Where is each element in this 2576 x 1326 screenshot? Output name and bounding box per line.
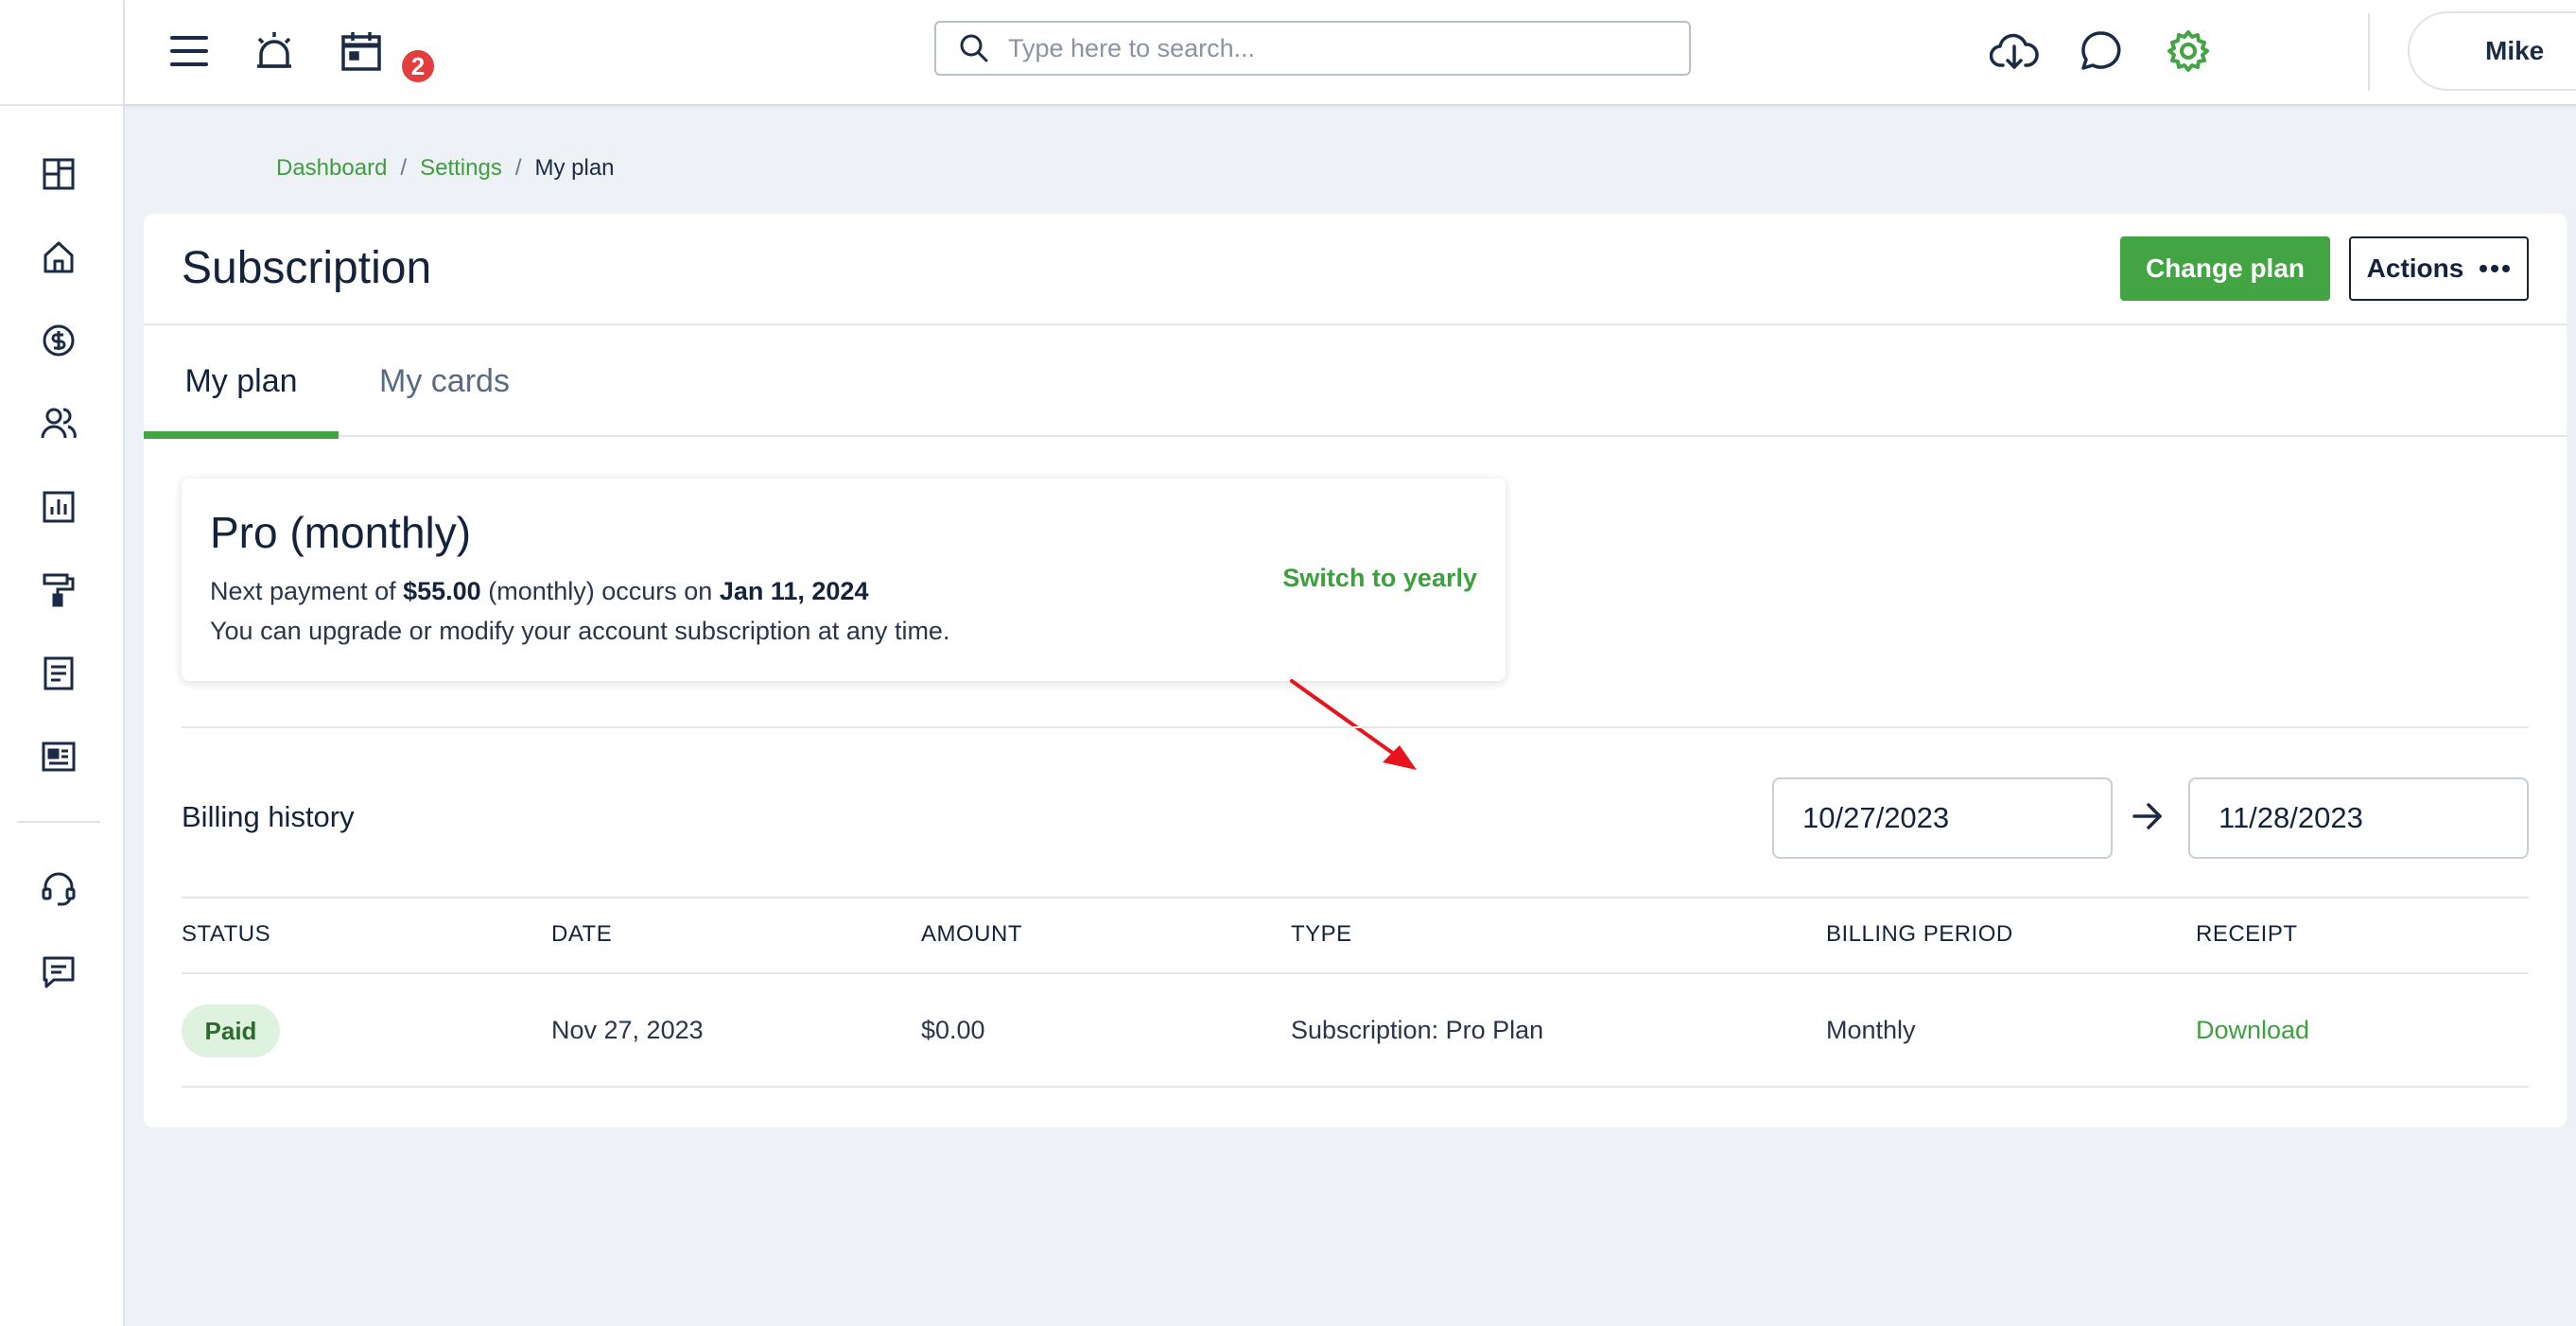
message-icon[interactable]: [36, 950, 81, 995]
alarm-icon[interactable]: [248, 25, 301, 78]
home-icon[interactable]: [36, 235, 81, 280]
download-receipt-link[interactable]: Download: [2196, 1016, 2309, 1045]
actions-label: Actions: [2366, 253, 2464, 283]
plan-description: You can upgrade or modify your account s…: [210, 617, 950, 645]
row-amount: $0.00: [921, 1016, 985, 1044]
panel-header: Subscription Change plan Actions: [144, 214, 2567, 325]
tab-my-plan[interactable]: My plan: [144, 325, 339, 439]
column-header-receipt: RECEIPT: [2196, 921, 2298, 947]
row-date: Nov 27, 2023: [551, 1016, 704, 1044]
breadcrumb-separator: /: [400, 155, 408, 181]
more-dots-icon: [2480, 265, 2511, 272]
users-icon[interactable]: [36, 401, 81, 446]
breadcrumb-current: My plan: [534, 155, 615, 181]
breadcrumb-settings[interactable]: Settings: [420, 155, 502, 182]
date-to-input[interactable]: [2188, 777, 2529, 859]
status-badge: Paid: [182, 1004, 280, 1057]
search-icon: [960, 34, 988, 62]
table-header-border: [182, 972, 2529, 974]
next-payment-prefix: Next payment of: [210, 577, 396, 605]
user-name: Mike: [2485, 36, 2545, 65]
sidebar: [0, 0, 125, 1326]
row-type: Subscription: Pro Plan: [1291, 1016, 1544, 1044]
cloud-download-icon[interactable]: [1988, 25, 2041, 78]
document-icon[interactable]: [36, 651, 81, 696]
top-bar: 2 Mike: [125, 0, 2576, 106]
actions-button[interactable]: Actions: [2349, 236, 2529, 301]
plan-name: Pro (monthly): [210, 508, 472, 557]
annotation-arrow-icon: [1290, 679, 1417, 770]
table-top-border: [182, 897, 2529, 899]
gear-icon[interactable]: [2162, 25, 2215, 78]
row-billing-period: Monthly: [1826, 1016, 1916, 1044]
next-payment-text: Next payment of $55.00 (monthly) occurs …: [210, 577, 868, 606]
table-bottom-border: [182, 1086, 2529, 1088]
sidebar-logo-area: [0, 0, 123, 106]
paint-roller-icon[interactable]: [36, 567, 81, 613]
subscription-panel: Subscription Change plan Actions My plan…: [144, 214, 2567, 1127]
tab-my-cards[interactable]: My cards: [339, 325, 550, 437]
breadcrumb-dashboard[interactable]: Dashboard: [276, 155, 387, 182]
change-plan-button[interactable]: Change plan: [2120, 236, 2330, 301]
payment-period: (monthly) occurs on: [488, 577, 713, 605]
payment-date: Jan 11, 2024: [719, 577, 869, 605]
search-box: [934, 21, 1691, 76]
dashboard-grid-icon[interactable]: [36, 151, 81, 197]
divider: [182, 726, 2529, 728]
search-input[interactable]: [1008, 33, 1670, 63]
arrow-right-icon: [2132, 803, 2162, 829]
billing-history-title: Billing history: [182, 800, 355, 833]
newspaper-icon[interactable]: [36, 734, 81, 779]
headset-icon[interactable]: [36, 866, 81, 912]
plan-card: Pro (monthly) Next payment of $55.00 (mo…: [182, 479, 1506, 681]
hamburger-icon[interactable]: [163, 25, 216, 78]
column-header-amount: AMOUNT: [921, 921, 1022, 947]
tab-bar: My plan My cards: [144, 325, 2567, 439]
payment-amount: $55.00: [403, 577, 481, 605]
column-header-status: STATUS: [182, 921, 271, 947]
calendar-icon[interactable]: [335, 25, 388, 78]
switch-to-yearly-link[interactable]: Switch to yearly: [1282, 564, 1477, 593]
dollar-icon[interactable]: [36, 318, 81, 363]
sidebar-divider: [17, 821, 100, 823]
date-from-input[interactable]: [1772, 777, 2113, 859]
breadcrumb-separator: /: [514, 155, 522, 181]
notification-count-badge: 2: [399, 47, 437, 85]
user-menu[interactable]: Mike: [2408, 11, 2576, 91]
column-header-date: DATE: [551, 921, 613, 947]
breadcrumb: Dashboard / Settings / My plan: [276, 155, 615, 182]
column-header-type: TYPE: [1291, 921, 1352, 947]
chat-bubble-icon[interactable]: [2075, 25, 2128, 78]
page-title: Subscription: [182, 243, 432, 293]
topbar-divider: [2368, 13, 2370, 91]
column-header-billing-period: BILLING PERIOD: [1826, 921, 2013, 947]
chart-icon[interactable]: [36, 484, 81, 530]
